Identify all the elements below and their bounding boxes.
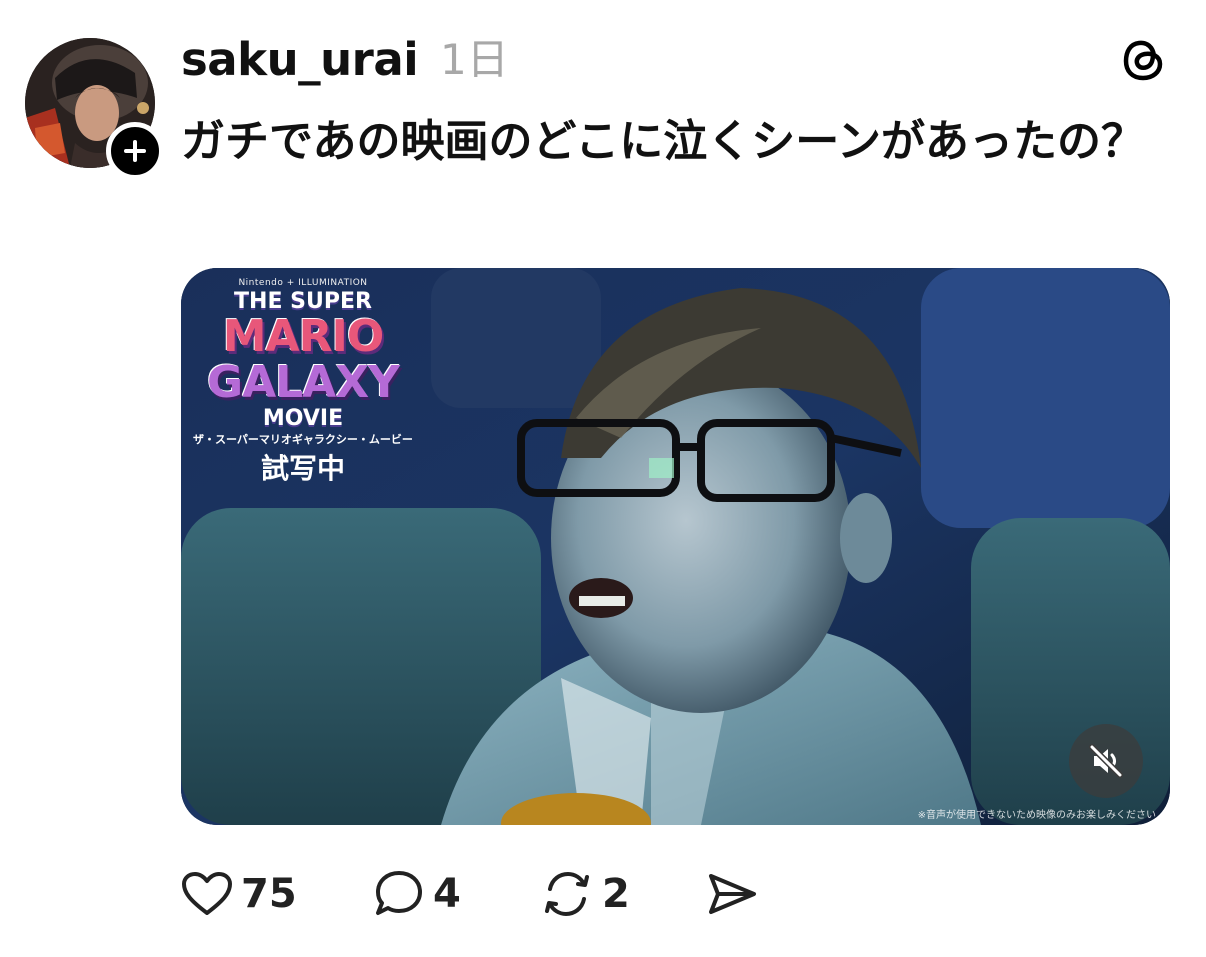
threads-post: saku_urai 1日 ガチであの映画のどこに泣くシーンがあったの？ Nint…	[0, 0, 1206, 957]
movie-logo: Nintendo + ILLUMINATION THE SUPER MARIO …	[193, 278, 413, 488]
logo-galaxy: GALAXY	[206, 357, 400, 408]
reply-button[interactable]: 4	[373, 864, 461, 924]
reply-count: 4	[433, 871, 461, 917]
logo-movie: MOVIE	[262, 406, 344, 431]
video-disclaimer: ※音声が使用できないため映像のみお楽しみください	[917, 810, 1156, 821]
like-button[interactable]: 75	[181, 864, 297, 924]
repost-button[interactable]: 2	[540, 864, 630, 924]
timestamp: 1日	[440, 35, 509, 84]
repost-count: 2	[602, 871, 630, 917]
video-player[interactable]: Nintendo + ILLUMINATION THE SUPER MARIO …	[181, 268, 1170, 825]
plus-icon	[124, 140, 146, 162]
logo-mario: MARIO	[222, 311, 385, 362]
post-text: ガチであの映画のどこに泣くシーンがあったの？	[181, 116, 1146, 167]
comment-icon	[376, 871, 422, 915]
logo-kana-title: ザ・スーパーマリオギャラクシー・ムービー	[193, 433, 413, 446]
username[interactable]: saku_urai	[181, 34, 419, 86]
like-count: 75	[241, 871, 297, 917]
heart-icon	[182, 872, 232, 915]
threads-logo-icon[interactable]	[1118, 34, 1170, 86]
send-icon	[709, 874, 756, 914]
repost-icon	[545, 871, 589, 917]
share-button[interactable]	[706, 864, 758, 924]
follow-button[interactable]	[106, 122, 164, 180]
screening-label: 試写中	[260, 452, 345, 485]
logo-brand: Nintendo + ILLUMINATION	[238, 278, 368, 288]
speaker-muted-icon	[1089, 744, 1123, 778]
mute-button[interactable]	[1069, 724, 1143, 798]
